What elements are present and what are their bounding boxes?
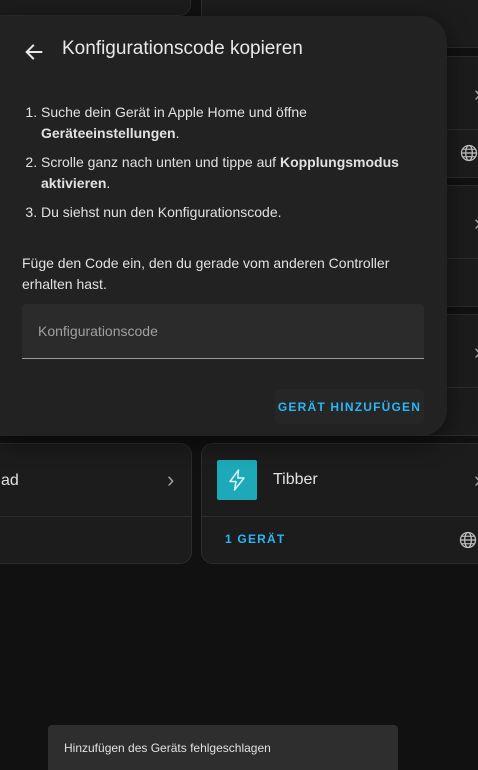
setup-code-field[interactable]: [22, 304, 424, 359]
step-text: Scrolle ganz nach unten und tippe auf: [41, 154, 280, 170]
tibber-logo: [217, 460, 257, 500]
card-title-tibber: Tibber: [273, 471, 318, 488]
arrow-left-icon: [25, 44, 43, 60]
copy-setup-code-dialog: Konfigurationscode kopieren Suche dein G…: [0, 16, 447, 436]
devices-link[interactable]: 1 GERÄT: [225, 532, 285, 546]
chevron-right-icon: ›: [167, 467, 175, 492]
setup-code-input[interactable]: [22, 304, 424, 358]
chevron-right-icon: ›: [474, 212, 478, 234]
step-item: Du siehst nun den Konfigurationscode.: [41, 202, 441, 223]
card-left-partial[interactable]: ad ›: [0, 443, 192, 564]
add-device-button[interactable]: GERÄT HINZUFÜGEN: [275, 389, 424, 424]
globe-icon: [460, 144, 478, 162]
globe-icon[interactable]: [458, 530, 478, 550]
step-bold-text: Geräteeinstellungen: [41, 125, 176, 141]
chevron-right-icon: ›: [474, 341, 478, 363]
step-text: Suche dein Gerät in Apple Home und öffne: [41, 104, 307, 120]
step-text-end: .: [175, 125, 180, 141]
step-text: Du siehst nun den Konfigurationscode.: [41, 204, 282, 220]
page: › › › ad › Tibber › 1 GERÄT: [0, 0, 478, 770]
instruction-steps: Suche dein Gerät in Apple Home und öffne…: [22, 102, 441, 231]
snackbar: Hinzufügen des Geräts fehlgeschlagen: [48, 725, 398, 770]
lightning-icon: [229, 469, 245, 491]
step-item: Scrolle ganz nach unten und tippe auf Ko…: [41, 152, 441, 194]
card-top-left: [0, 0, 191, 16]
chevron-right-icon: ›: [474, 83, 478, 105]
step-text-end: .: [106, 175, 111, 191]
chevron-right-icon: ›: [474, 469, 478, 491]
hint-text: Füge den Code ein, den du gerade vom and…: [22, 255, 390, 292]
snackbar-message: Hinzufügen des Geräts fehlgeschlagen: [64, 740, 271, 755]
card-title: ad: [1, 472, 19, 489]
card-tibber[interactable]: Tibber › 1 GERÄT: [201, 443, 478, 564]
back-button[interactable]: [20, 38, 48, 66]
step-item: Suche dein Gerät in Apple Home und öffne…: [41, 102, 441, 144]
dialog-title: Konfigurationscode kopieren: [62, 38, 303, 59]
